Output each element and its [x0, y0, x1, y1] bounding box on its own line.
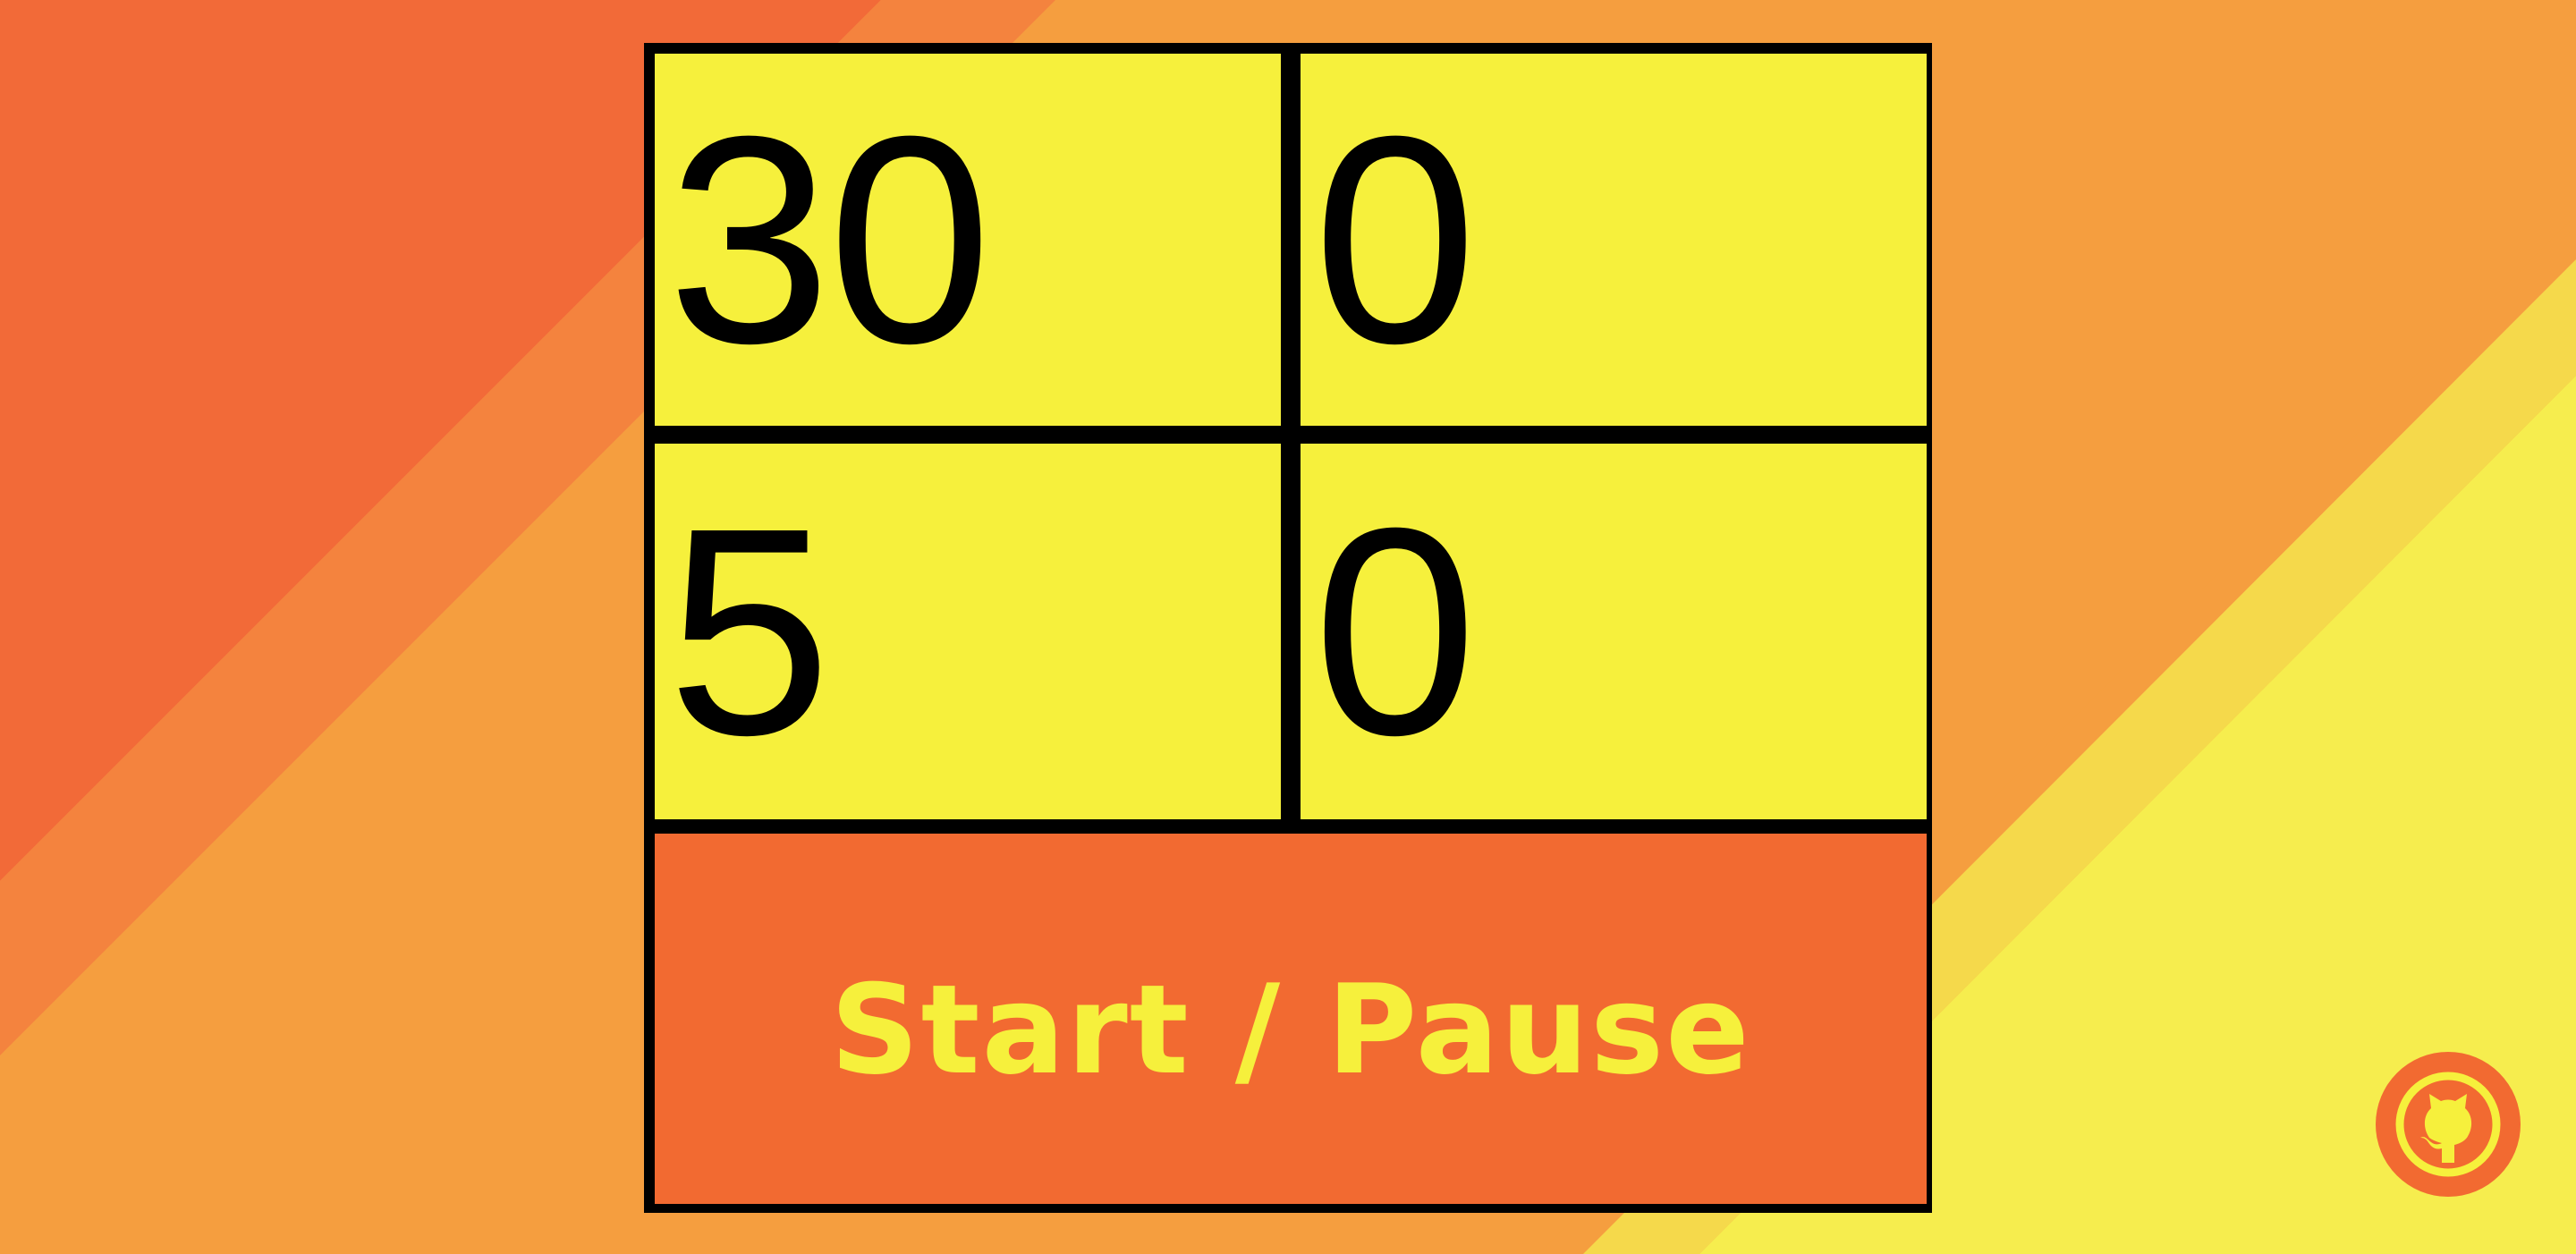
- break-duration-value: 5: [667, 466, 832, 796]
- work-duration-value: 30: [667, 74, 992, 404]
- timer-cell-top-right[interactable]: 0: [1301, 54, 1927, 426]
- github-icon: [2376, 1052, 2521, 1197]
- timer-cell-break-duration[interactable]: 5: [655, 444, 1281, 819]
- timer-cell-bottom-right[interactable]: 0: [1301, 444, 1927, 819]
- start-pause-label: Start / Pause: [830, 957, 1751, 1102]
- github-link[interactable]: [2376, 1052, 2521, 1197]
- timer-grid: 30 0 5 0 Start / Pause: [644, 43, 1932, 1213]
- start-pause-button[interactable]: Start / Pause: [655, 834, 1927, 1204]
- top-right-value: 0: [1313, 74, 1478, 404]
- bottom-right-value: 0: [1313, 466, 1478, 796]
- timer-cell-work-duration[interactable]: 30: [655, 54, 1281, 426]
